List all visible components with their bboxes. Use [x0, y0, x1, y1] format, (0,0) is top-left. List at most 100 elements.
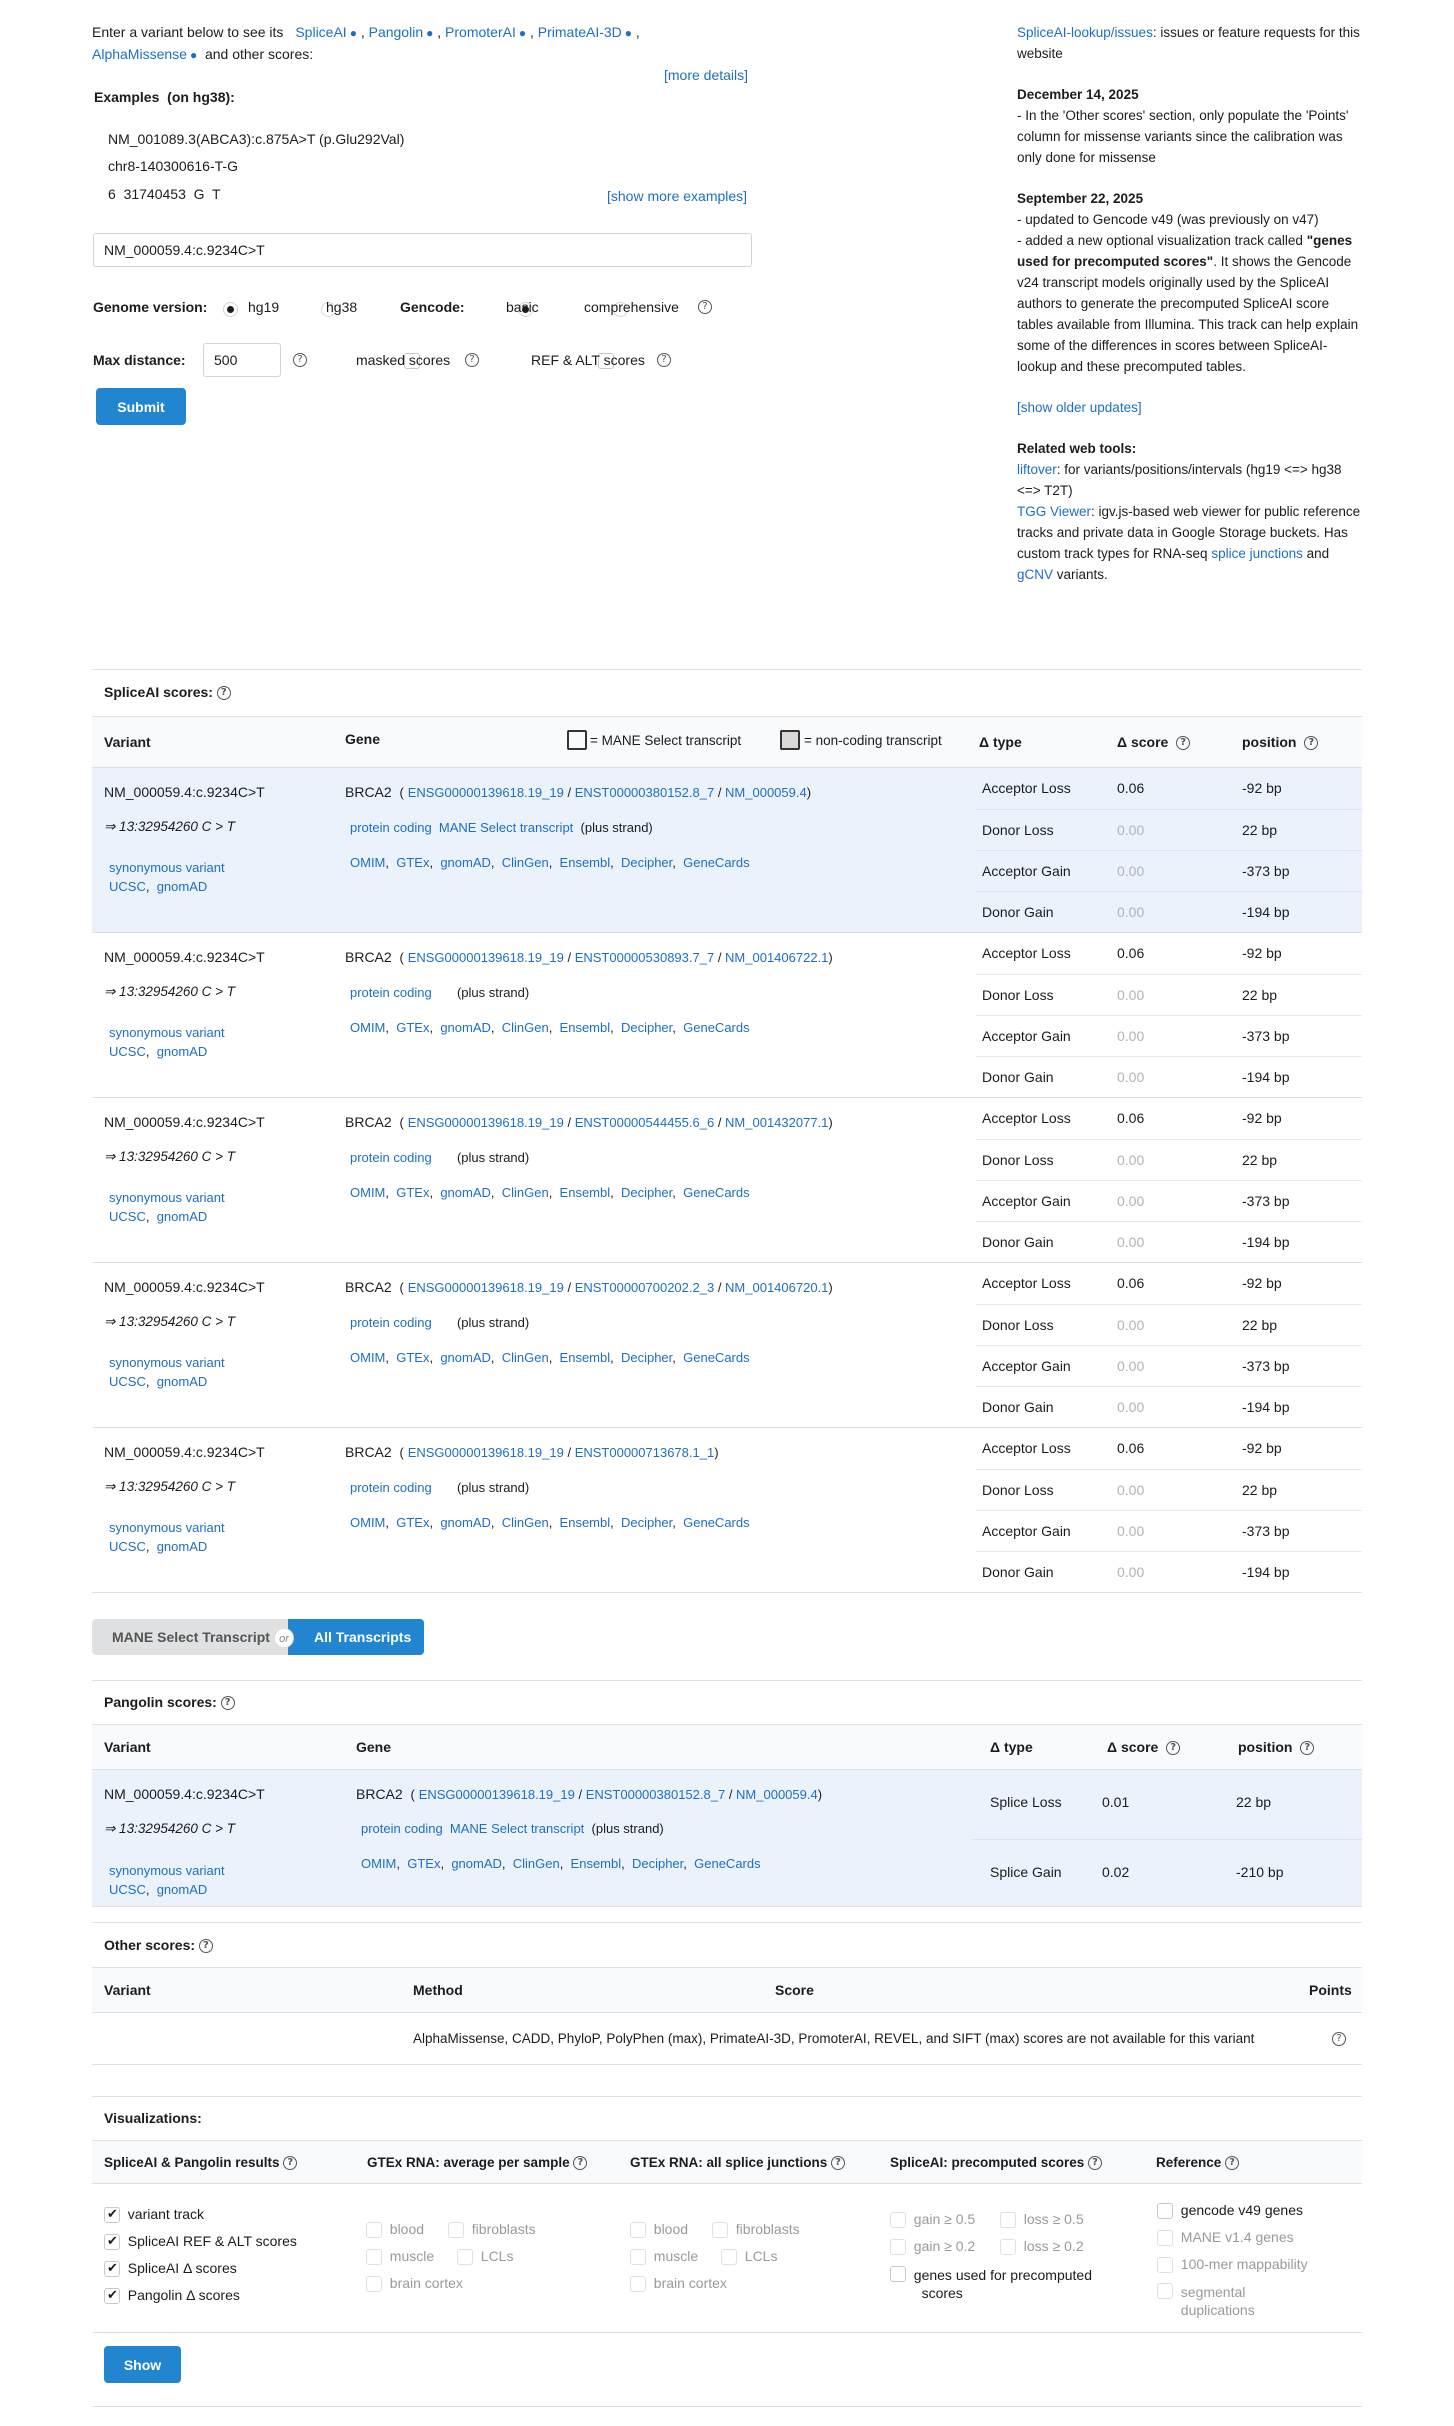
ext-link-decipher[interactable]: Decipher — [621, 1350, 672, 1365]
enst-link[interactable]: ENST00000713678.1_1 — [575, 1445, 715, 1460]
tool-link-alphamissense[interactable]: AlphaMissense — [92, 46, 187, 62]
ext-link-decipher[interactable]: Decipher — [621, 1020, 672, 1035]
ensg-link[interactable]: ENSG00000139618.19_19 — [408, 1445, 564, 1460]
ucsc-link[interactable]: UCSC — [109, 879, 146, 894]
vis-option[interactable]: loss ≥ 0.2 — [1000, 2238, 1084, 2256]
loss-02-checkbox[interactable] — [1000, 2239, 1016, 2256]
ext-link-clingen[interactable]: ClinGen — [513, 1856, 560, 1871]
vis-option[interactable]: 100-mer mappability — [1157, 2256, 1308, 2274]
gnomad-link[interactable]: gnomAD — [157, 1539, 208, 1554]
mappability-checkbox[interactable] — [1157, 2257, 1173, 2274]
ucsc-link[interactable]: UCSC — [109, 1882, 146, 1897]
spliceai-delta-checkbox[interactable] — [104, 2260, 120, 2278]
consequence-link[interactable]: synonymous variant — [109, 1355, 225, 1370]
ext-link-genecards[interactable]: GeneCards — [694, 1856, 760, 1871]
vis-option[interactable]: genes used for precomputed scores — [890, 2266, 1092, 2302]
tool-link-spliceai[interactable]: SpliceAI — [295, 24, 346, 40]
biotype-link[interactable]: protein coding — [361, 1821, 443, 1836]
github-icon[interactable]: ● — [190, 45, 197, 66]
ensg-link[interactable]: ENSG00000139618.19_19 — [408, 950, 564, 965]
help-icon[interactable]: ? — [293, 353, 307, 367]
gnomad-link[interactable]: gnomAD — [157, 1374, 208, 1389]
splice-junctions-link[interactable]: splice junctions — [1211, 546, 1303, 561]
github-icon[interactable]: ● — [625, 23, 632, 44]
ext-link-ensembl[interactable]: Ensembl — [560, 855, 611, 870]
max-distance-input[interactable] — [203, 343, 281, 377]
ext-link-ensembl[interactable]: Ensembl — [560, 1515, 611, 1530]
nm-link[interactable]: NM_000059.4 — [725, 785, 807, 800]
ext-link-gnomad[interactable]: gnomAD — [451, 1856, 502, 1871]
tgg-viewer-link[interactable]: TGG Viewer — [1017, 504, 1091, 519]
biotype-link[interactable]: protein coding — [350, 985, 432, 1000]
enst-link[interactable]: ENST00000380152.8_7 — [586, 1787, 726, 1802]
vis-option[interactable]: Pangolin Δ scores — [104, 2287, 240, 2305]
gnomad-link[interactable]: gnomAD — [157, 879, 208, 894]
ext-link-genecards[interactable]: GeneCards — [683, 855, 749, 870]
gtex-junc-fibroblasts-checkbox[interactable] — [712, 2222, 728, 2239]
liftover-link[interactable]: liftover — [1017, 462, 1057, 477]
ext-link-clingen[interactable]: ClinGen — [502, 855, 549, 870]
enst-link[interactable]: ENST00000544455.6_6 — [575, 1115, 715, 1130]
submit-button[interactable]: Submit — [96, 388, 186, 425]
ext-link-genecards[interactable]: GeneCards — [683, 1020, 749, 1035]
gnomad-link[interactable]: gnomAD — [157, 1882, 208, 1897]
ext-link-ensembl[interactable]: Ensembl — [560, 1020, 611, 1035]
consequence-link[interactable]: synonymous variant — [109, 1190, 225, 1205]
nm-link[interactable]: NM_001406720.1 — [725, 1280, 828, 1295]
vis-option[interactable]: blood — [366, 2221, 424, 2239]
vis-option[interactable]: fibroblasts — [712, 2221, 800, 2239]
ext-link-gtex[interactable]: GTEx — [396, 1020, 429, 1035]
ext-link-gnomad[interactable]: gnomAD — [440, 1515, 491, 1530]
help-icon[interactable]: ? — [198, 1939, 213, 1954]
mane-select-toggle[interactable]: MANE Select Transcript — [92, 1619, 292, 1655]
all-transcripts-toggle[interactable]: All Transcripts — [288, 1619, 424, 1655]
vis-option[interactable]: blood — [630, 2221, 688, 2239]
issues-link[interactable]: SpliceAI-lookup/issues — [1017, 25, 1153, 40]
gencode-genes-checkbox[interactable] — [1157, 2203, 1173, 2220]
vis-option[interactable]: brain cortex — [630, 2275, 727, 2293]
mane-genes-checkbox[interactable] — [1157, 2230, 1173, 2247]
help-icon[interactable]: ? — [1304, 736, 1319, 751]
consequence-link[interactable]: synonymous variant — [109, 860, 225, 875]
help-icon[interactable]: ? — [283, 2156, 298, 2171]
tool-link-promoterai[interactable]: PromoterAI — [445, 24, 516, 40]
ext-link-omim[interactable]: OMIM — [361, 1856, 396, 1871]
vis-option[interactable]: muscle — [366, 2248, 434, 2266]
enst-link[interactable]: ENST00000700202.2_3 — [575, 1280, 715, 1295]
biotype-link[interactable]: protein coding — [350, 1480, 432, 1495]
vis-option[interactable]: MANE v1.4 genes — [1157, 2229, 1294, 2247]
ext-link-gtex[interactable]: GTEx — [396, 1515, 429, 1530]
ext-link-gnomad[interactable]: gnomAD — [440, 855, 491, 870]
nm-link[interactable]: NM_000059.4 — [736, 1787, 818, 1802]
ext-link-omim[interactable]: OMIM — [350, 1185, 385, 1200]
gnomad-link[interactable]: gnomAD — [157, 1209, 208, 1224]
gnomad-link[interactable]: gnomAD — [157, 1044, 208, 1059]
vis-option[interactable]: gencode v49 genes — [1157, 2202, 1303, 2220]
ext-link-decipher[interactable]: Decipher — [621, 1515, 672, 1530]
github-icon[interactable]: ● — [519, 23, 526, 44]
ext-link-decipher[interactable]: Decipher — [621, 855, 672, 870]
nm-link[interactable]: NM_001432077.1 — [725, 1115, 828, 1130]
spliceai-ref-alt-checkbox[interactable] — [104, 2233, 120, 2251]
consequence-link[interactable]: synonymous variant — [109, 1520, 225, 1535]
gtex-avg-blood-checkbox[interactable] — [366, 2222, 382, 2239]
variant-track-checkbox[interactable] — [104, 2206, 120, 2224]
example-item[interactable]: 6 31740453 G T — [108, 181, 221, 208]
enst-link[interactable]: ENST00000380152.8_7 — [575, 785, 715, 800]
enst-link[interactable]: ENST00000530893.7_7 — [575, 950, 715, 965]
show-older-updates-link[interactable]: [show older updates] — [1017, 400, 1142, 415]
ensg-link[interactable]: ENSG00000139618.19_19 — [419, 1787, 575, 1802]
ext-link-gnomad[interactable]: gnomAD — [440, 1020, 491, 1035]
help-icon[interactable]: ? — [573, 2156, 588, 2171]
show-more-examples-link[interactable]: [show more examples] — [607, 188, 747, 204]
ucsc-link[interactable]: UCSC — [109, 1374, 146, 1389]
ucsc-link[interactable]: UCSC — [109, 1044, 146, 1059]
genes-used-checkbox[interactable] — [890, 2266, 906, 2282]
gtex-junc-blood-checkbox[interactable] — [630, 2222, 646, 2239]
ext-link-gnomad[interactable]: gnomAD — [440, 1185, 491, 1200]
github-icon[interactable]: ● — [426, 23, 433, 44]
biotype-link[interactable]: protein coding — [350, 820, 432, 835]
vis-option[interactable]: variant track — [104, 2206, 204, 2224]
help-icon[interactable]: ? — [1300, 1741, 1315, 1756]
help-icon[interactable]: ? — [831, 2156, 846, 2171]
